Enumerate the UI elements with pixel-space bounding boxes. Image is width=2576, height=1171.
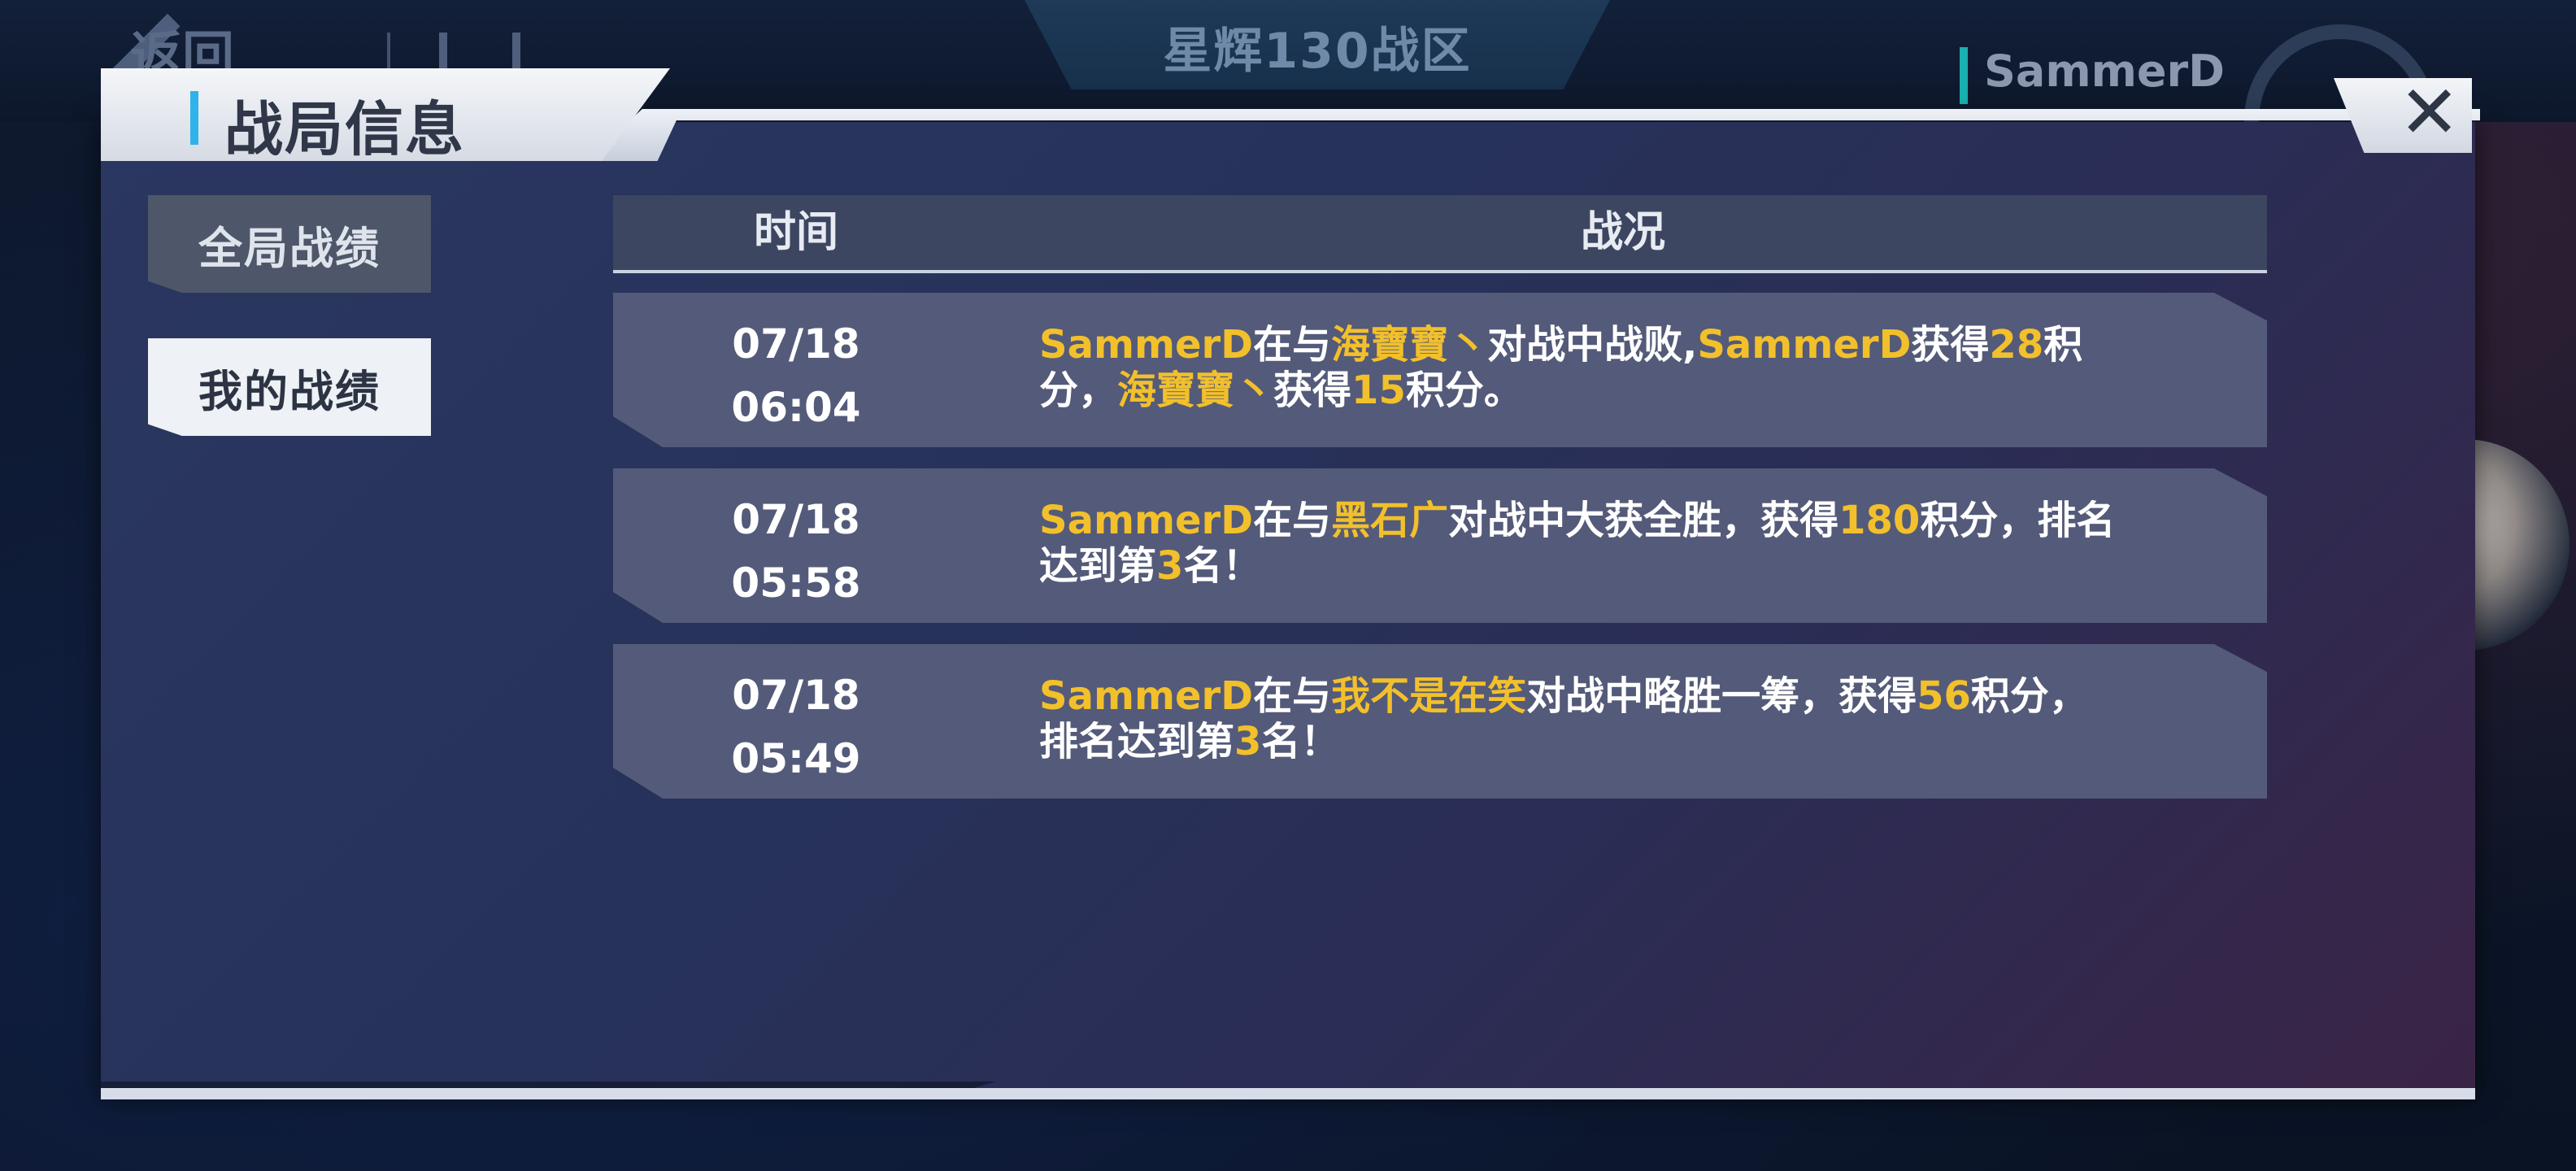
row-date: 07/18	[732, 320, 860, 368]
row-datetime: 07/18 05:58	[613, 488, 979, 615]
row-time: 05:58	[731, 559, 861, 607]
highlight-text: 3	[1234, 719, 1262, 764]
username-accent	[1960, 47, 1968, 104]
highlight-text: SammerD	[1039, 322, 1254, 368]
table-row: 07/18 06:04 SammerD在与海寶寶丶对战中战败,SammerD获得…	[613, 293, 2267, 447]
column-header-time: 时间	[753, 208, 838, 257]
row-battle-report: SammerD在与我不是在笑对战中略胜一筹，获得56积分，排名达到第3名！	[1039, 673, 2121, 764]
tab-global-record[interactable]: 全局战绩	[148, 195, 431, 293]
row-datetime: 07/18 05:49	[613, 664, 979, 790]
highlight-text: SammerD	[1039, 498, 1254, 543]
row-date: 07/18	[732, 672, 860, 719]
row-datetime: 07/18 06:04	[613, 312, 979, 439]
highlight-text: SammerD	[1039, 673, 1254, 719]
row-time: 05:49	[731, 735, 861, 782]
row-date: 07/18	[732, 496, 860, 543]
highlight-text: 黑石广	[1331, 498, 1449, 543]
tab-my-record[interactable]: 我的战绩	[148, 338, 431, 436]
username-label: SammerD	[1984, 46, 2225, 97]
report-text: 对战中战败,	[1487, 322, 1698, 368]
highlight-text: 3	[1156, 543, 1184, 589]
report-text: 名！	[1183, 543, 1262, 589]
report-text: 名！	[1261, 719, 1340, 764]
table-row: 07/18 05:58 SammerD在与黑石广对战中大获全胜，获得180积分，…	[613, 468, 2267, 623]
highlight-text: SammerD	[1697, 322, 1912, 368]
dialog-frame-bottom	[101, 1088, 2475, 1099]
highlight-text: 28	[1989, 322, 2044, 368]
row-battle-report: SammerD在与海寶寶丶对战中战败,SammerD获得28积分，海寶寶丶获得1…	[1039, 322, 2121, 413]
column-header-status: 战况	[1580, 208, 1665, 257]
table-header: 时间 战况	[613, 195, 2267, 273]
report-text: 对战中大获全胜，获得	[1448, 498, 1839, 543]
report-text: 在与	[1253, 498, 1332, 543]
row-time: 06:04	[731, 384, 861, 431]
server-banner-text: 星辉130战区	[1163, 23, 1472, 80]
close-icon[interactable]: ✕	[2399, 76, 2460, 150]
report-text: 获得	[1911, 322, 1990, 368]
report-text: 对战中略胜一筹，获得	[1526, 673, 1917, 719]
table-row: 07/18 05:49 SammerD在与我不是在笑对战中略胜一筹，获得56积分…	[613, 644, 2267, 799]
report-text: 获得	[1273, 368, 1352, 413]
report-text: 在与	[1253, 673, 1332, 719]
highlight-text: 海寶寶丶	[1117, 368, 1274, 413]
highlight-text: 海寶寶丶	[1331, 322, 1488, 368]
highlight-text: 56	[1917, 673, 1971, 719]
highlight-text: 180	[1838, 498, 1921, 543]
highlight-text: 我不是在笑	[1331, 673, 1527, 719]
row-battle-report: SammerD在与黑石广对战中大获全胜，获得180积分，排名达到第3名！	[1039, 498, 2121, 589]
highlight-text: 15	[1351, 368, 1406, 413]
title-accent-bar	[190, 91, 198, 145]
report-text: 在与	[1253, 322, 1332, 368]
dialog-title: 战局信息	[224, 95, 466, 163]
report-text: 积分。	[1405, 368, 1523, 413]
